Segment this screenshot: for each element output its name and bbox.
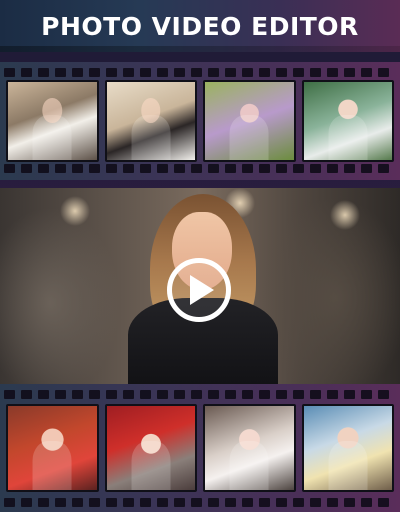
photo-thumbnail-4[interactable] bbox=[301, 80, 394, 162]
film-perforations-bottom bbox=[0, 498, 400, 508]
app-title: PHOTO VIDEO EDITOR bbox=[41, 11, 359, 41]
play-button[interactable] bbox=[167, 258, 231, 322]
photo-thumbnail-5[interactable] bbox=[6, 404, 99, 492]
photo-thumbnail-6[interactable] bbox=[104, 404, 197, 492]
bottom-film-strip bbox=[0, 384, 400, 512]
film-perforations-top bbox=[0, 68, 400, 78]
film-perforations-top bbox=[0, 390, 400, 400]
top-thumbnails bbox=[6, 80, 394, 162]
bottom-thumbnails bbox=[6, 404, 394, 492]
play-icon bbox=[190, 275, 214, 305]
film-perforations-bottom bbox=[0, 164, 400, 174]
top-film-strip bbox=[0, 62, 400, 180]
photo-thumbnail-3[interactable] bbox=[203, 80, 296, 162]
photo-thumbnail-1[interactable] bbox=[6, 80, 99, 162]
app-screen: PHOTO VIDEO EDITOR bbox=[0, 0, 400, 512]
photo-thumbnail-7[interactable] bbox=[203, 404, 296, 492]
photo-thumbnail-2[interactable] bbox=[104, 80, 197, 162]
photo-thumbnail-8[interactable] bbox=[301, 404, 394, 492]
header-bar: PHOTO VIDEO EDITOR bbox=[0, 0, 400, 52]
